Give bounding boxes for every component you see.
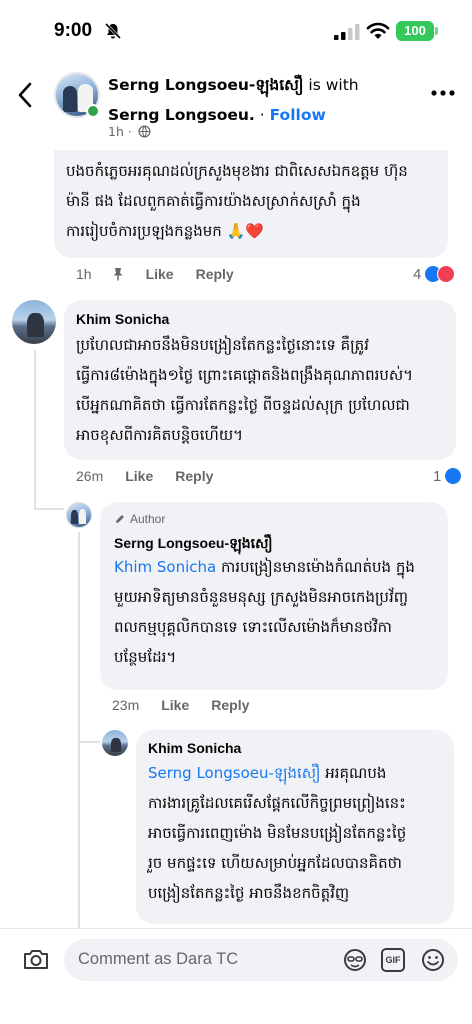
comment-line: ការរៀបចំការប្រឡងកន្លងមក 🙏❤️ [66,222,264,240]
reply-button[interactable]: Reply [196,266,234,282]
post-title: Serng Longsoeu-ឡុងសឿ is with Serng Longs… [108,70,408,130]
thread-line [34,350,36,510]
comment-bubble[interactable]: Author Serng Longsoeu-ឡុងសឿ Khim Sonicha… [100,502,448,690]
back-chevron-icon[interactable] [12,80,40,110]
comment-line: ម៉ានី ផង ដែលពួកគាត់ធ្វើការយ៉ាងសស្រាក់សស្… [66,192,361,210]
author-badge-label: Author [130,512,166,526]
commenter-avatar[interactable] [66,502,92,528]
follow-button[interactable]: Follow [270,106,326,124]
wifi-icon [366,22,390,39]
commenter-avatar[interactable] [12,300,56,344]
comment-line: បងចកំភ្លេចអរគុណដល់ក្រសួងមុខងារ ជាពិសេសឯក… [66,162,408,180]
commenter-name[interactable]: Khim Sonicha [76,311,169,327]
reaction-count: 1 [433,467,442,485]
post-time: 1h [108,124,124,139]
comment-actions: 23m Like Reply [112,697,249,713]
with-text: is with [303,76,359,94]
comment-line: រួច មកផ្ទះទេ ហើយសម្រាប់អ្នកដែលបានគិតថា [148,854,402,872]
like-button[interactable]: Like [146,266,174,282]
author-name-link[interactable]: Serng Longsoeu-ឡុងសឿ [108,76,304,94]
love-reaction-icon [437,265,456,283]
comment-composer: Comment as Dara TC GIF [0,928,472,1024]
comment-line: Khim Sonicha ការបង្រៀនមានម៉ោងកំណត់បង ក្ន… [114,552,444,582]
reaction-summary[interactable]: 1 [433,467,463,485]
like-button[interactable]: Like [125,468,153,484]
comment-line-rest: ការបង្រៀនមានម៉ោងកំណត់បង ក្នុង [216,558,415,576]
comment-text: Serng Longsoeu-ឡុងសឿ អរគុណបង ការងារគ្រូដ… [148,758,452,908]
comment-time: 23m [112,697,140,713]
comment-input[interactable]: Comment as Dara TC GIF [64,939,458,981]
emoji-icon[interactable] [420,947,446,973]
comment-bubble[interactable]: Khim Sonicha ប្រហែលជាអាចនឹងមិនបង្រៀនតែកន… [64,300,456,460]
online-status-dot [86,104,100,118]
comment-line: ប្រហែលជាអាចនឹងមិនបង្រៀនតែកន្លះថ្ងៃនោះទេ … [76,336,369,354]
comment-line: ពលកម្មបុគ្គលិកបានទេ ទោះលើសម៉ោងក៏មានថវិកា [114,618,392,636]
meta-separator: · [123,124,136,139]
comment-line: អាចខុសពីការគិតបន្តិចហើយ។ [76,426,243,444]
post-meta: 1h · [108,124,151,139]
signal-icon [334,24,360,40]
comment-actions: 1h Like Reply [76,266,234,282]
comment-text: ប្រហែលជាអាចនឹងមិនបង្រៀនតែកន្លះថ្ងៃនោះទេ … [76,330,452,450]
comment-line: បើអ្នកណាគិតថា ធ្វើការតែកន្លះថ្ងៃ ពីចន្ទដ… [76,396,410,414]
thread-connector [78,741,100,743]
author-badge: Author [114,512,165,526]
pencil-icon [116,515,124,523]
like-button[interactable]: Like [161,697,189,713]
thread-line [78,532,80,928]
avatar-sticker-icon[interactable] [342,947,368,973]
battery-indicator: 100 [396,21,434,41]
battery-tip [435,27,438,35]
comment-bubble[interactable]: Khim Sonicha Serng Longsoeu-ឡុងសឿ អរគុណប… [136,730,454,924]
status-bar: 9:00 100 [0,0,472,58]
globe-icon [138,125,151,138]
comment-line: បន្ថែមដែរ។ [114,648,177,666]
mention-link[interactable]: Serng Longsoeu-ឡុងសឿ [148,764,320,782]
reaction-count: 4 [413,265,422,283]
tagged-name-link[interactable]: Serng Longsoeu. [108,106,255,124]
pin-icon [113,268,123,281]
comment-line: អាចធ្វើការពេញម៉ោង មិនមែនបង្រៀនតែកន្លះថ្ង… [148,824,407,842]
muted-bell-icon [104,22,122,40]
reaction-summary[interactable]: 4 [413,265,456,283]
comment-line: Serng Longsoeu-ឡុងសឿ អរគុណបង [148,758,452,788]
gif-icon[interactable]: GIF [381,948,405,972]
comment-line: ធ្វើការ៨ម៉ោងក្នុង១ថ្ងៃ ព្រោះគេផ្តោតនិងពង… [76,366,414,384]
status-time: 9:00 [54,20,93,41]
comment-text: បងចកំភ្លេចអរគុណដល់ក្រសួងមុខងារ ជាពិសេសឯក… [66,156,446,246]
commenter-name[interactable]: Khim Sonicha [148,740,241,756]
comment-line: មួយអាទិត្យមានចំនួនមនុស្ស ក្រសួងមិនអាចកេង… [114,588,409,606]
comment-line-rest: អរគុណបង [320,764,387,782]
post-header: Serng Longsoeu-ឡុងសឿ is with Serng Longs… [0,58,472,150]
comment-time: 26m [76,468,104,484]
like-reaction-icon [444,467,463,485]
camera-icon[interactable] [22,947,50,971]
comment-line: ការងារគ្រូដែលគេរើសផ្តែកលើកិច្ចព្រមព្រៀងន… [148,794,406,812]
reply-button[interactable]: Reply [211,697,249,713]
comment-line: បង្រៀនតែកន្លះថ្ងៃ អាចនឹងខកចិត្តវិញ [148,884,350,902]
comment-input-placeholder: Comment as Dara TC [78,950,239,968]
comment-text: Khim Sonicha ការបង្រៀនមានម៉ោងកំណត់បង ក្ន… [114,552,444,672]
thread-connector [34,508,64,510]
comment-time: 1h [76,266,92,282]
reply-button[interactable]: Reply [175,468,213,484]
more-dots-icon[interactable] [430,88,456,98]
commenter-avatar[interactable] [102,730,128,756]
mention-link[interactable]: Khim Sonicha [114,558,216,576]
comment-actions: 26m Like Reply [76,468,213,484]
title-separator: · [254,106,270,124]
